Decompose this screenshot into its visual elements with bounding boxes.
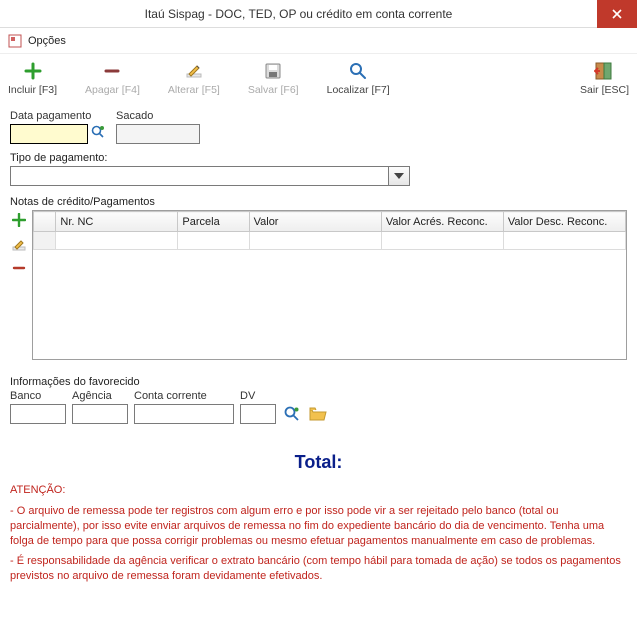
close-icon (612, 9, 622, 19)
total-label: Total: (295, 452, 343, 472)
favorecido-lookup-button[interactable] (282, 404, 302, 424)
grid-edit-button[interactable] (11, 236, 27, 252)
dv-label: DV (240, 390, 276, 402)
grid-col-acres[interactable]: Valor Acrés. Reconc. (381, 212, 503, 232)
include-button[interactable]: Incluir [F3] (8, 60, 57, 96)
tipo-pagamento-dropdown-button[interactable] (388, 166, 410, 186)
banco-input[interactable] (10, 404, 66, 424)
save-button[interactable]: Salvar [F6] (248, 60, 299, 96)
sacado-field: Sacado (116, 110, 200, 144)
door-exit-icon (593, 60, 615, 82)
titlebar: Itaú Sispag - DOC, TED, OP ou crédito em… (0, 0, 637, 28)
grid-col-desc[interactable]: Valor Desc. Reconc. (503, 212, 625, 232)
favorecido-title: Informações do favorecido (10, 376, 627, 388)
banco-label: Banco (10, 390, 66, 402)
grid-title: Notas de crédito/Pagamentos (10, 196, 627, 208)
magnifier-small-icon (91, 125, 105, 139)
grid-add-button[interactable] (11, 212, 27, 228)
grid-header-row: Nr. NC Parcela Valor Valor Acrés. Reconc… (34, 212, 626, 232)
toolbar: Incluir [F3] Apagar [F4] Alterar [F5] Sa… (0, 54, 637, 102)
options-menu[interactable]: Opções (28, 35, 66, 47)
payments-grid[interactable]: Nr. NC Parcela Valor Valor Acrés. Reconc… (32, 210, 627, 360)
favorecido-folder-button[interactable] (308, 404, 328, 424)
options-menu-row: Opções (0, 28, 637, 54)
window-close-button[interactable] (597, 0, 637, 28)
sacado-label: Sacado (116, 110, 200, 122)
warning-heading: ATENÇÃO: (10, 483, 627, 498)
total-line: Total: (10, 452, 627, 473)
minus-small-icon (12, 261, 26, 275)
plus-small-icon (12, 213, 26, 227)
agencia-label: Agência (72, 390, 128, 402)
warning-p2: - É responsabilidade da agência verifica… (10, 554, 627, 584)
edit-button[interactable]: Alterar [F5] (168, 60, 220, 96)
warning-p1: - O arquivo de remessa pode ter registro… (10, 504, 627, 549)
sacado-input (116, 124, 200, 144)
data-pagamento-label: Data pagamento (10, 110, 106, 122)
magnifier-icon (347, 60, 369, 82)
folder-open-icon (309, 406, 327, 422)
floppy-icon (262, 60, 284, 82)
tipo-pagamento-field: Tipo de pagamento: (10, 152, 627, 186)
grid-remove-button[interactable] (11, 260, 27, 276)
tipo-pagamento-label: Tipo de pagamento: (10, 152, 627, 164)
plus-icon (22, 60, 44, 82)
conta-input[interactable] (134, 404, 234, 424)
table-row[interactable] (34, 232, 626, 250)
grid-section: Notas de crédito/Pagamentos (10, 196, 627, 360)
conta-label: Conta corrente (134, 390, 234, 402)
grid-col-valor[interactable]: Valor (249, 212, 381, 232)
grid-side-tools (10, 210, 28, 360)
favorecido-section: Informações do favorecido Banco Agência … (10, 376, 627, 424)
magnifier-small-icon (284, 406, 300, 422)
grid-col-parcela[interactable]: Parcela (178, 212, 249, 232)
minus-icon (101, 60, 123, 82)
pencil-small-icon (12, 237, 26, 251)
chevron-down-icon (394, 173, 404, 179)
delete-button[interactable]: Apagar [F4] (85, 60, 140, 96)
window-title: Itaú Sispag - DOC, TED, OP ou crédito em… (0, 7, 597, 21)
pencil-icon (183, 60, 205, 82)
data-pagamento-field: Data pagamento (10, 110, 106, 144)
grid-col-marker[interactable] (34, 212, 56, 232)
grid-col-nrnc[interactable]: Nr. NC (56, 212, 178, 232)
warning-block: ATENÇÃO: - O arquivo de remessa pode ter… (10, 483, 627, 584)
data-pagamento-lookup-button[interactable] (90, 124, 106, 140)
tipo-pagamento-input[interactable] (10, 166, 388, 186)
agencia-input[interactable] (72, 404, 128, 424)
app-icon (8, 34, 22, 48)
dv-input[interactable] (240, 404, 276, 424)
find-button[interactable]: Localizar [F7] (327, 60, 390, 96)
exit-button[interactable]: Sair [ESC] (580, 60, 629, 96)
data-pagamento-input[interactable] (10, 124, 88, 144)
